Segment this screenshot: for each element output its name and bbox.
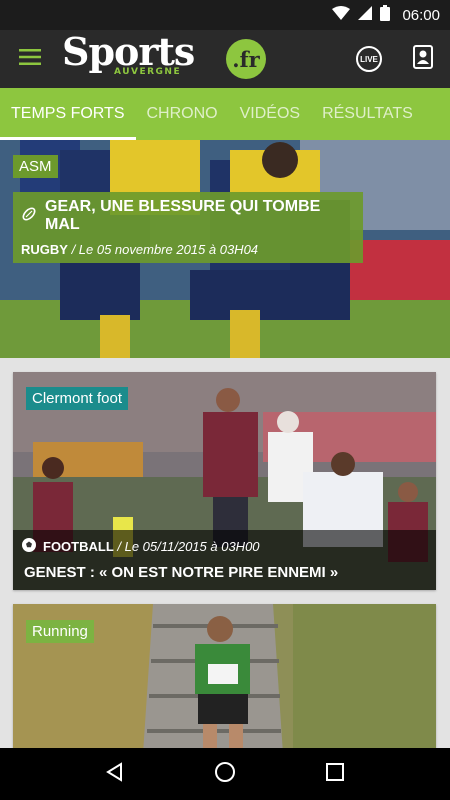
article-card[interactable]: Clermont foot FOOTBALL / Le 05/11/2015 à… <box>13 372 436 590</box>
back-button[interactable] <box>89 748 141 800</box>
tab-temps-forts[interactable]: TEMPS FORTS <box>0 88 136 140</box>
live-icon: LIVE <box>356 46 382 72</box>
featured-title: GEAR, UNE BLESSURE QUI TOMBE MAL <box>45 198 321 233</box>
logo-subtitle: AUVERGNE <box>114 67 182 77</box>
logo-domain-badge: .fr <box>226 39 266 79</box>
back-icon <box>105 761 125 787</box>
article-card[interactable]: Running <box>13 604 436 754</box>
category-tag[interactable]: ASM <box>13 155 58 178</box>
battery-icon <box>380 4 391 26</box>
category-tag[interactable]: Running <box>26 620 94 643</box>
home-icon <box>214 761 236 788</box>
tab-videos[interactable]: VIDÉOS <box>229 88 311 140</box>
account-button[interactable] <box>396 30 450 88</box>
tab-chrono[interactable]: CHRONO <box>136 88 229 140</box>
category-tag[interactable]: Clermont foot <box>26 387 129 410</box>
signal-icon <box>358 5 373 25</box>
article-sport: FOOTBALL <box>43 539 114 554</box>
tab-resultats[interactable]: RÉSULTATS <box>311 88 424 140</box>
clock: 06:00 <box>402 6 440 24</box>
recents-button[interactable] <box>309 748 361 800</box>
status-bar: 06:00 <box>0 0 450 30</box>
featured-headline: GEAR, UNE BLESSURE QUI TOMBE MAL RUGBY /… <box>13 192 363 263</box>
rugby-ball-icon <box>21 206 37 227</box>
app-header: Sports AUVERGNE .fr LIVE <box>0 30 450 88</box>
home-button[interactable] <box>199 748 251 800</box>
section-tabs: TEMPS FORTS CHRONO VIDÉOS RÉSULTATS <box>0 88 450 140</box>
hamburger-icon <box>19 48 41 70</box>
account-icon <box>413 44 433 74</box>
menu-button[interactable] <box>0 30 60 88</box>
system-nav-bar <box>0 748 450 800</box>
recents-icon <box>326 762 344 786</box>
featured-article[interactable]: ASM GEAR, UNE BLESSURE QUI TOMBE MAL RUG… <box>0 140 450 358</box>
article-date: / Le 05/11/2015 à 03H00 <box>113 539 260 554</box>
app-logo[interactable]: Sports AUVERGNE .fr <box>60 30 280 88</box>
live-button[interactable]: LIVE <box>342 30 396 88</box>
article-title: GENEST : « ON EST NOTRE PIRE ENNEMI » <box>24 564 339 581</box>
article-caption: FOOTBALL / Le 05/11/2015 à 03H00 GENEST … <box>13 530 436 590</box>
soccer-ball-icon <box>21 537 37 556</box>
wifi-icon <box>332 5 351 25</box>
featured-date: / Le 05 novembre 2015 à 03H04 <box>67 242 259 257</box>
logo-wordmark: Sports <box>62 29 195 74</box>
featured-sport: RUGBY <box>21 242 68 257</box>
